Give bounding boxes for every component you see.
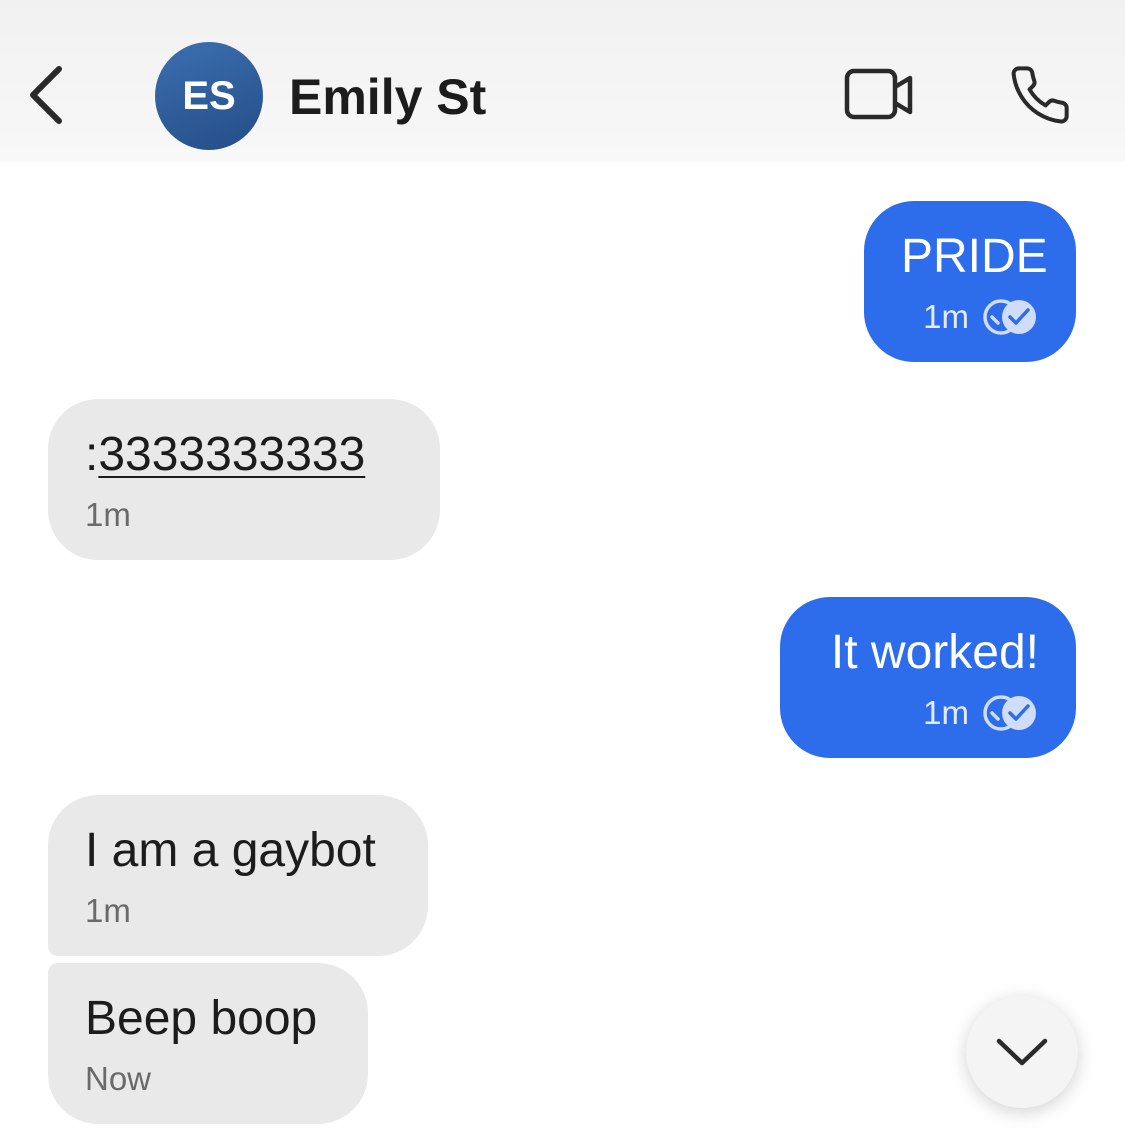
chevron-down-icon: [996, 1038, 1048, 1066]
message-meta: 1m: [85, 891, 391, 931]
message-text-prefix: :: [85, 428, 99, 481]
message-meta: 1m: [85, 495, 403, 535]
message-bubble-incoming[interactable]: I am a gaybot 1m: [48, 795, 428, 956]
video-call-button[interactable]: [838, 60, 920, 130]
video-camera-icon: [844, 68, 913, 120]
message-meta: 1m: [817, 693, 1039, 733]
chevron-left-icon: [30, 66, 62, 124]
message-time: Now: [85, 1060, 152, 1097]
double-check-icon: [983, 695, 1036, 731]
contact-avatar[interactable]: ES: [155, 42, 263, 150]
message-text: :3333333333: [85, 425, 403, 485]
phone-call-button[interactable]: [1000, 58, 1080, 132]
message-bubble-outgoing[interactable]: PRIDE 1m: [864, 201, 1076, 362]
message-meta: 1m: [901, 297, 1039, 337]
message-bubble-outgoing[interactable]: It worked! 1m: [780, 597, 1076, 758]
message-time: 1m: [85, 892, 131, 929]
message-time: 1m: [923, 298, 969, 335]
contact-name[interactable]: Emily St: [289, 68, 486, 126]
back-button[interactable]: [18, 60, 72, 130]
avatar-initials: ES: [182, 73, 236, 118]
message-bubble-incoming[interactable]: Beep boop Now: [48, 963, 368, 1124]
message-text: PRIDE: [901, 230, 1048, 283]
message-text: Beep boop: [85, 992, 318, 1045]
message-meta: Now: [85, 1059, 331, 1099]
message-bubble-incoming[interactable]: :3333333333 1m: [48, 399, 440, 560]
scroll-to-bottom-button[interactable]: [966, 996, 1078, 1108]
message-text: I am a gaybot: [85, 824, 376, 877]
double-check-icon: [983, 299, 1036, 335]
phone-number-link[interactable]: 3333333333: [98, 428, 365, 481]
phone-icon: [1011, 66, 1069, 124]
message-text: It worked!: [830, 626, 1039, 679]
conversation-header: ES Emily St: [0, 0, 1125, 162]
message-time: 1m: [923, 694, 969, 731]
message-time: 1m: [85, 496, 131, 533]
